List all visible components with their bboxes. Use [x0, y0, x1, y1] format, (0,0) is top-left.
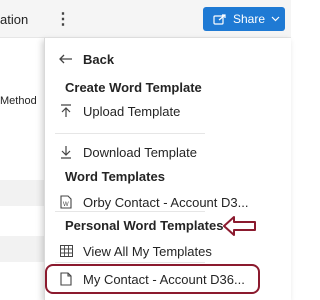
- command-bar-text[interactable]: ation: [0, 12, 28, 27]
- word-document-icon: W: [57, 193, 75, 211]
- upload-template-item[interactable]: Upload Template: [45, 97, 292, 125]
- background-row: [0, 236, 44, 262]
- share-label: Share: [233, 12, 266, 26]
- download-icon: [57, 143, 75, 161]
- upload-label: Upload Template: [83, 103, 181, 119]
- share-icon: [213, 13, 227, 25]
- create-header-label: Create Word Template: [65, 79, 202, 95]
- svg-text:W: W: [63, 202, 69, 208]
- orby-contact-label: Orby Contact - Account D3...: [83, 194, 249, 210]
- menu-divider: [55, 133, 205, 134]
- background-column-text: Method: [0, 95, 37, 107]
- highlight-annotation-box: [45, 264, 260, 294]
- back-label: Back: [83, 51, 115, 67]
- left-arrow-annotation-icon: [223, 216, 256, 236]
- personal-header-label: Personal Word Templates: [65, 217, 224, 233]
- more-icon: ⋮: [55, 11, 71, 28]
- background-row: [0, 180, 44, 206]
- word-templates-header: Word Templates: [45, 162, 292, 190]
- word-templates-label: Word Templates: [65, 168, 165, 184]
- download-label: Download Template: [83, 144, 197, 160]
- command-bar: ation ⋮ Share: [0, 0, 291, 38]
- more-options-button[interactable]: ⋮: [53, 6, 73, 32]
- table-icon: [57, 242, 75, 260]
- chevron-down-icon: [271, 16, 280, 22]
- share-button[interactable]: Share: [203, 7, 285, 31]
- word-templates-menu: Back Create Word Template Upload Templat…: [44, 38, 291, 300]
- upload-icon: [57, 102, 75, 120]
- view-all-label: View All My Templates: [83, 243, 212, 259]
- back-arrow-icon: [57, 50, 75, 68]
- menu-divider: [55, 262, 205, 263]
- view-all-my-templates-item[interactable]: View All My Templates: [45, 237, 292, 265]
- back-button[interactable]: Back: [45, 45, 292, 73]
